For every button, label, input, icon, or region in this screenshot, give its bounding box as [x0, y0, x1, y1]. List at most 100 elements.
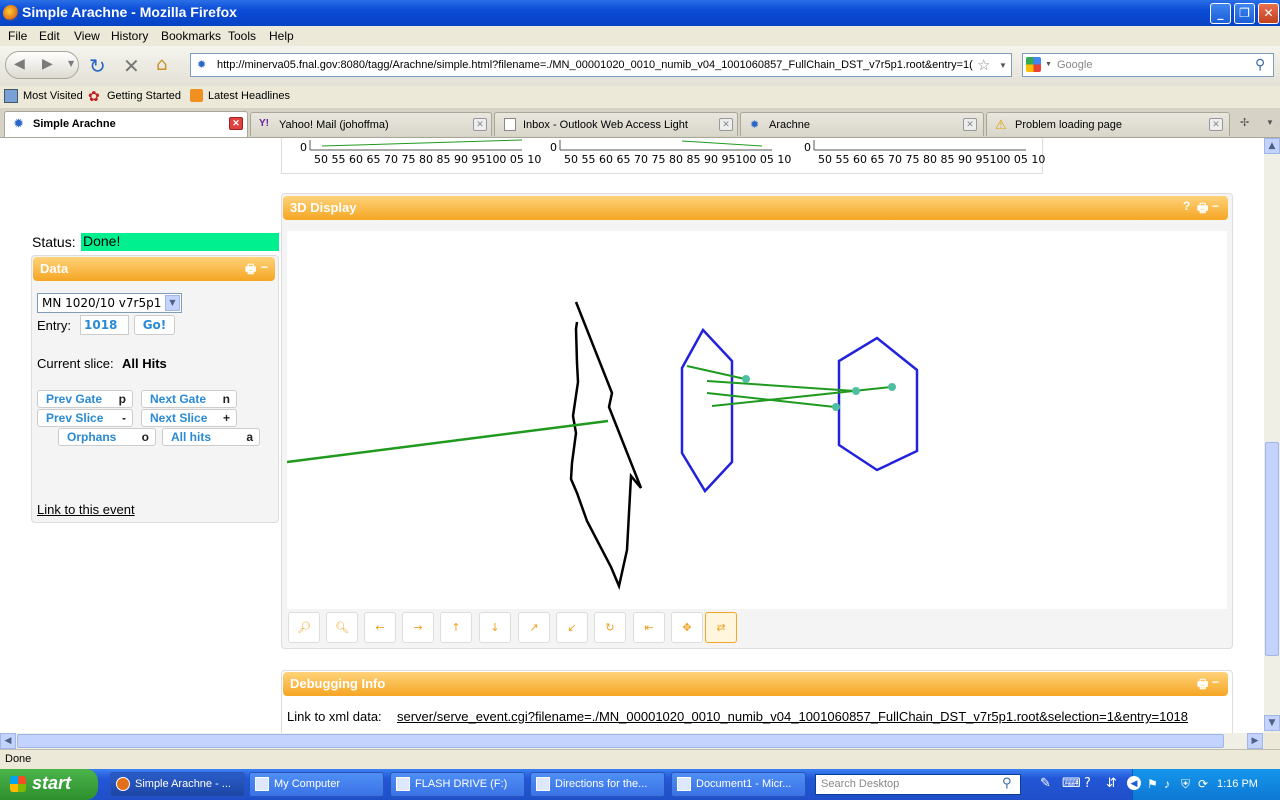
update-icon[interactable]: ⟳	[1198, 777, 1208, 791]
close-tab-icon[interactable]: ✕	[229, 117, 243, 130]
tray-expand-icon[interactable]: ⇵	[1106, 776, 1117, 791]
tab-outlook[interactable]: Inbox - Outlook Web Access Light ✕	[494, 112, 738, 136]
print-icon[interactable]: 🖶	[1197, 199, 1208, 220]
forward-icon[interactable]: ▶	[42, 56, 53, 72]
taskbar-item-my-computer[interactable]: My Computer	[249, 772, 384, 797]
swap-icon[interactable]: ⇄	[705, 612, 737, 643]
search-icon[interactable]: ⚲	[1002, 776, 1012, 791]
all-hits-button[interactable]: All hits a	[162, 428, 260, 446]
desktop-search-input[interactable]: Search Desktop ⚲	[815, 774, 1021, 795]
tab-arachne[interactable]: ✹ Arachne ✕	[740, 112, 984, 136]
print-icon[interactable]: 🖶	[245, 260, 256, 281]
event-link[interactable]: Link to this event	[37, 502, 135, 517]
back-icon[interactable]: ◀	[14, 56, 25, 72]
home-view-icon[interactable]: ⇤	[633, 612, 665, 643]
collapse-icon[interactable]: −	[261, 260, 268, 274]
zoom-in-icon[interactable]: 🔎︎	[288, 612, 320, 643]
file-select[interactable]: MN 1020/10 v7r5p1 ▼	[37, 293, 182, 313]
close-tab-icon[interactable]: ✕	[1209, 118, 1223, 131]
scroll-down-icon[interactable]: ▼	[1264, 715, 1280, 731]
taskbar-item-firefox[interactable]: Simple Arachne - ...	[110, 772, 245, 797]
taskbar-item-directions[interactable]: Directions for the...	[530, 772, 665, 797]
taskbar-item-flash-drive[interactable]: FLASH DRIVE (F:)	[390, 772, 525, 797]
site-identity-icon[interactable]: ✹	[197, 58, 206, 71]
rotate-down-icon[interactable]: ↙	[556, 612, 588, 643]
tab-yahoo-mail[interactable]: Y! Yahoo! Mail (johoffma) ✕	[250, 112, 492, 136]
stop-icon[interactable]: ✕	[123, 54, 140, 78]
scroll-up-icon[interactable]: ▲	[1264, 138, 1280, 154]
menu-tools[interactable]: Tools	[228, 29, 256, 43]
history-dropdown-icon[interactable]: ▼	[68, 59, 74, 68]
arrow-right-icon[interactable]: →	[402, 612, 434, 643]
vertical-scrollbar[interactable]: ▲ ▼	[1264, 138, 1280, 733]
print-icon[interactable]: 🖶	[1197, 675, 1208, 696]
next-gate-button[interactable]: Next Gate n	[141, 390, 237, 408]
reload-icon[interactable]: ↻	[89, 54, 106, 78]
collapse-icon[interactable]: −	[1212, 199, 1219, 213]
help-icon[interactable]: ?	[1084, 776, 1091, 791]
chevron-down-icon[interactable]: ▼	[165, 295, 180, 311]
prev-gate-button[interactable]: Prev Gate p	[37, 390, 133, 408]
search-icon[interactable]: ⚲	[1255, 56, 1265, 73]
detector-module-2	[837, 336, 919, 472]
menu-file[interactable]: File	[8, 29, 27, 43]
scroll-right-icon[interactable]: ▶	[1247, 733, 1263, 749]
collapse-icon[interactable]: −	[1212, 675, 1219, 689]
bookmark-latest-headlines[interactable]: Latest Headlines	[208, 90, 290, 102]
maximize-button[interactable]: ❐	[1234, 3, 1255, 24]
menu-edit[interactable]: Edit	[39, 29, 60, 43]
url-bar[interactable]: ✹ http://minerva05.fnal.gov:8080/tagg/Ar…	[190, 53, 1012, 77]
close-button[interactable]: ✕	[1258, 3, 1279, 24]
volume-icon[interactable]: ♪	[1164, 777, 1170, 791]
event-display-canvas[interactable]	[286, 231, 1227, 609]
new-tab-icon[interactable]: ✢	[1240, 116, 1249, 129]
help-icon[interactable]: ?	[1183, 199, 1190, 213]
bookmark-most-visited[interactable]: Most Visited	[23, 90, 83, 102]
vertical-scroll-thumb[interactable]	[1265, 442, 1279, 656]
button-label: Next Slice	[150, 411, 208, 425]
horizontal-scrollbar[interactable]: ◀ ▶	[0, 733, 1264, 749]
network-icon[interactable]: ⚑	[1147, 777, 1158, 791]
search-engine-dropdown-icon[interactable]: ▼	[1045, 61, 1052, 68]
search-bar[interactable]: ▼ Google ⚲	[1022, 53, 1274, 77]
file-select-value: MN 1020/10 v7r5p1	[42, 296, 162, 310]
zoom-out-icon[interactable]: 🔍︎	[326, 612, 358, 643]
start-button[interactable]: start	[0, 769, 98, 800]
entry-input[interactable]: 1018	[80, 315, 129, 335]
rotate-up-icon[interactable]: ↗	[518, 612, 550, 643]
chevron-left-icon[interactable]: ◀	[1127, 776, 1141, 790]
clock[interactable]: 1:16 PM	[1217, 778, 1258, 790]
close-tab-icon[interactable]: ✕	[963, 118, 977, 131]
taskbar-item-document1[interactable]: Document1 - Micr...	[671, 772, 806, 797]
arrow-up-icon[interactable]: ↑	[440, 612, 472, 643]
close-tab-icon[interactable]: ✕	[719, 118, 733, 131]
menu-bookmarks[interactable]: Bookmarks	[161, 29, 221, 43]
move-icon[interactable]: ✥	[671, 612, 703, 643]
pen-icon[interactable]: ✎	[1040, 776, 1051, 791]
bookmark-getting-started[interactable]: Getting Started	[107, 90, 181, 102]
arrow-left-icon[interactable]: ←	[364, 612, 396, 643]
keyboard-icon[interactable]: ⌨	[1062, 776, 1081, 791]
scroll-left-icon[interactable]: ◀	[0, 733, 16, 749]
security-icon[interactable]: ⛨	[1181, 777, 1190, 792]
arrow-down-icon[interactable]: ↓	[479, 612, 511, 643]
minimize-button[interactable]: _	[1210, 3, 1231, 24]
menu-help[interactable]: Help	[269, 29, 294, 43]
next-slice-button[interactable]: Next Slice +	[141, 409, 237, 427]
orphans-button[interactable]: Orphans o	[58, 428, 156, 446]
xml-link[interactable]: server/serve_event.cgi?filename=./MN_000…	[397, 709, 1188, 724]
tab-simple-arachne[interactable]: ✹ Simple Arachne ✕	[4, 111, 248, 137]
prev-slice-button[interactable]: Prev Slice -	[37, 409, 133, 427]
google-icon[interactable]	[1026, 57, 1041, 72]
home-icon[interactable]: ⌂	[156, 54, 167, 75]
url-dropdown-icon[interactable]: ▼	[999, 61, 1007, 70]
go-button[interactable]: Go!	[134, 315, 175, 335]
bookmark-star-icon[interactable]: ☆	[977, 56, 990, 74]
reset-view-icon[interactable]: ↻	[594, 612, 626, 643]
tab-problem-loading[interactable]: ⚠ Problem loading page ✕	[986, 112, 1230, 136]
tab-list-icon[interactable]: ▼	[1266, 118, 1274, 127]
menu-history[interactable]: History	[111, 29, 148, 43]
menu-view[interactable]: View	[74, 29, 100, 43]
close-tab-icon[interactable]: ✕	[473, 118, 487, 131]
horizontal-scroll-thumb[interactable]	[17, 734, 1224, 748]
